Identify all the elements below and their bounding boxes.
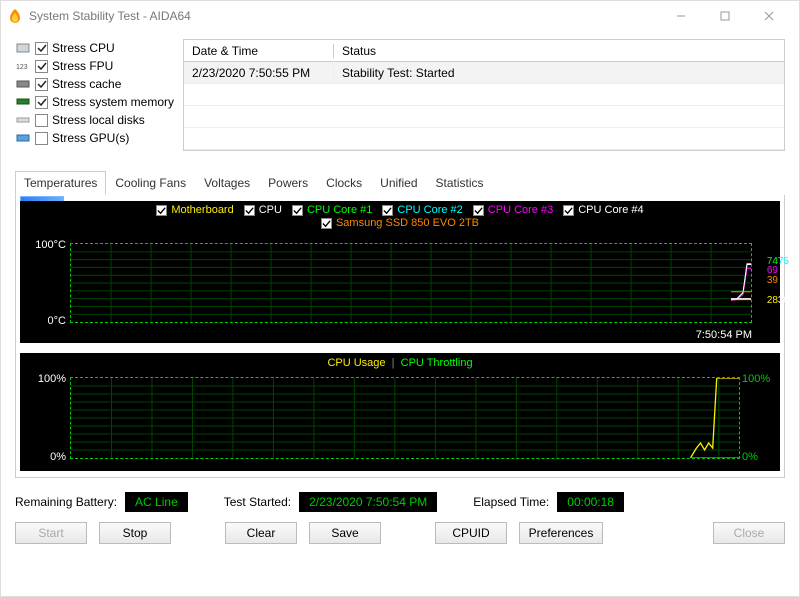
tab-unified[interactable]: Unified <box>371 171 426 195</box>
chart-tabs: Temperatures Cooling Fans Voltages Power… <box>15 171 785 195</box>
stress-disks[interactable]: Stress local disks <box>15 111 175 129</box>
val-cpu: 30 <box>778 296 789 305</box>
cpuid-button[interactable]: CPUID <box>435 522 507 544</box>
throttle-ymin: 0% <box>742 451 776 463</box>
disk-icon <box>15 114 31 126</box>
legend-cpu[interactable]: CPU <box>244 204 282 216</box>
memory-icon <box>15 96 31 108</box>
maximize-button[interactable] <box>703 1 747 31</box>
legend-core4[interactable]: CPU Core #4 <box>563 204 643 216</box>
cache-icon <box>15 78 31 90</box>
val-core3: 69 <box>767 266 778 275</box>
label: Stress cache <box>52 77 121 91</box>
checkbox[interactable] <box>35 78 48 91</box>
usage-legend: CPU Usage | CPU Throttling <box>20 353 780 369</box>
status-row: Remaining Battery: AC Line Test Started:… <box>15 492 785 512</box>
test-started-label: Test Started: <box>224 495 291 509</box>
temp-legend-row2: Samsung SSD 850 EVO 2TB <box>20 214 780 229</box>
log-row-empty <box>184 106 784 128</box>
close-button[interactable] <box>747 1 791 31</box>
remaining-battery-value: AC Line <box>125 492 188 512</box>
usage-ymax: 100% <box>26 373 66 385</box>
legend-core2[interactable]: CPU Core #2 <box>382 204 462 216</box>
stop-button[interactable]: Stop <box>99 522 171 544</box>
temp-ymin: 0°C <box>26 315 66 327</box>
log-row[interactable]: 2/23/2020 7:50:55 PM Stability Test: Sta… <box>184 62 784 84</box>
chart-container: Motherboard CPU CPU Core #1 CPU Core #2 … <box>15 195 785 478</box>
throttle-ymax: 100% <box>742 373 776 385</box>
preferences-button[interactable]: Preferences <box>519 522 603 544</box>
legend-core1[interactable]: CPU Core #1 <box>292 204 372 216</box>
throttling-label: CPU Throttling <box>401 357 473 369</box>
titlebar: System Stability Test - AIDA64 <box>1 1 799 31</box>
button-row: Start Stop Clear Save CPUID Preferences … <box>15 522 785 544</box>
stress-gpu[interactable]: Stress GPU(s) <box>15 129 175 147</box>
col-datetime[interactable]: Date & Time <box>184 44 334 58</box>
col-status[interactable]: Status <box>334 44 784 58</box>
usage-ymin: 0% <box>26 451 66 463</box>
temperature-chart: Motherboard CPU CPU Core #1 CPU Core #2 … <box>20 201 780 343</box>
minimize-button[interactable] <box>659 1 703 31</box>
window-title: System Stability Test - AIDA64 <box>29 9 191 23</box>
log-header[interactable]: Date & Time Status <box>184 40 784 62</box>
temp-ymax: 100°C <box>26 239 66 251</box>
label: Stress GPU(s) <box>52 131 129 145</box>
cpu-icon <box>15 42 31 54</box>
app-icon <box>7 8 23 24</box>
fpu-icon: 123 <box>15 60 31 72</box>
checkbox[interactable] <box>35 114 48 127</box>
elapsed-time-value: 00:00:18 <box>557 492 624 512</box>
legend-ssd[interactable]: Samsung SSD 850 EVO 2TB <box>321 217 479 229</box>
log-time: 2/23/2020 7:50:55 PM <box>184 66 334 80</box>
start-button[interactable]: Start <box>15 522 87 544</box>
temp-plot-area <box>70 243 752 323</box>
checkbox[interactable] <box>35 132 48 145</box>
stress-memory[interactable]: Stress system memory <box>15 93 175 111</box>
save-button[interactable]: Save <box>309 522 381 544</box>
stress-options: Stress CPU 123 Stress FPU Stress cache S… <box>15 39 175 151</box>
close-app-button[interactable]: Close <box>713 522 785 544</box>
tab-clocks[interactable]: Clocks <box>317 171 371 195</box>
checkbox[interactable] <box>35 42 48 55</box>
tab-voltages[interactable]: Voltages <box>195 171 259 195</box>
checkbox[interactable] <box>35 60 48 73</box>
tab-temperatures[interactable]: Temperatures <box>15 171 106 195</box>
stress-cache[interactable]: Stress cache <box>15 75 175 93</box>
log-status: Stability Test: Started <box>334 66 784 80</box>
tab-statistics[interactable]: Statistics <box>427 171 493 195</box>
legend-core3[interactable]: CPU Core #3 <box>473 204 553 216</box>
stress-cpu[interactable]: Stress CPU <box>15 39 175 57</box>
log-row-empty <box>184 128 784 150</box>
log-row-empty <box>184 84 784 106</box>
remaining-battery-label: Remaining Battery: <box>15 495 117 509</box>
svg-text:123: 123 <box>16 64 28 71</box>
label: Stress system memory <box>52 95 174 109</box>
tab-cooling-fans[interactable]: Cooling Fans <box>106 171 195 195</box>
usage-plot-area <box>70 377 740 459</box>
stress-fpu[interactable]: 123 Stress FPU <box>15 57 175 75</box>
label: Stress local disks <box>52 113 145 127</box>
val-mb: 28 <box>767 296 778 305</box>
clear-button[interactable]: Clear <box>225 522 297 544</box>
label: Stress CPU <box>52 41 115 55</box>
legend-motherboard[interactable]: Motherboard <box>156 204 233 216</box>
usage-label: CPU Usage <box>327 357 385 369</box>
tab-powers[interactable]: Powers <box>259 171 317 195</box>
gpu-icon <box>15 132 31 144</box>
elapsed-time-label: Elapsed Time: <box>473 495 549 509</box>
temp-time-label: 7:50:54 PM <box>696 329 752 341</box>
checkbox[interactable] <box>35 96 48 109</box>
val-ssd: 39 <box>767 276 778 285</box>
val-core2: 75 <box>778 257 789 266</box>
test-started-value: 2/23/2020 7:50:54 PM <box>299 492 437 512</box>
event-log: Date & Time Status 2/23/2020 7:50:55 PM … <box>183 39 785 151</box>
usage-chart: CPU Usage | CPU Throttling 100% 0% 100% … <box>20 353 780 471</box>
label: Stress FPU <box>52 59 113 73</box>
app-window: System Stability Test - AIDA64 Stress CP… <box>0 0 800 597</box>
